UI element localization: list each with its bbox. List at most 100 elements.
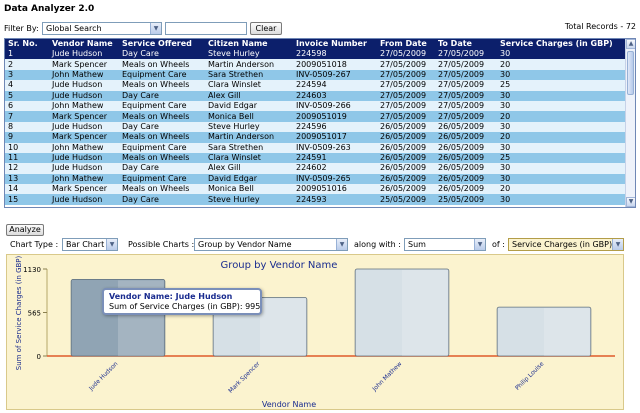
bar-shade: [402, 270, 448, 356]
table-cell: 20: [497, 132, 626, 143]
column-header[interactable]: From Date: [377, 39, 435, 49]
table-cell: Martin Anderson: [205, 132, 293, 143]
chevron-down-icon[interactable]: ▼: [106, 239, 117, 250]
chevron-down-icon[interactable]: ▼: [612, 239, 623, 250]
column-header[interactable]: To Date: [435, 39, 497, 49]
table-cell: 9: [5, 132, 49, 143]
y-tick-label: 0: [37, 353, 41, 361]
table-cell: Equipment Care: [119, 142, 205, 153]
column-header[interactable]: Sr. No.: [5, 39, 49, 49]
vertical-scrollbar[interactable]: ▲ ▼: [625, 39, 635, 207]
column-header[interactable]: Service Offered: [119, 39, 205, 49]
chart-title: Group by Vendor Name: [221, 260, 338, 271]
table-cell: John Mathew: [49, 100, 119, 112]
table-row[interactable]: 8 Jude Hudson Day Care Steve Hurley 224596 26…: [5, 121, 626, 133]
table-cell: 5: [5, 90, 49, 101]
data-grid: Sr. No. Vendor Name Service Offered Citizen…: [4, 38, 636, 208]
possible-charts-label: Possible Charts :: [128, 240, 195, 249]
table-cell: 224591: [293, 152, 377, 164]
clear-button[interactable]: Clear: [250, 22, 282, 35]
table-cell: David Edgar: [205, 173, 293, 185]
y-tick-label: 565: [28, 310, 41, 318]
table-cell: INV-0509-265: [293, 173, 377, 185]
table-row[interactable]: 4 Jude Hudson Meals on Wheels Clara Winslet…: [5, 80, 626, 91]
table-row[interactable]: 6 John Mathew Equipment Care David Edgar INV…: [5, 100, 626, 112]
table-row[interactable]: 3 John Mathew Equipment Care Sara Strethen I…: [5, 69, 626, 81]
table-row[interactable]: 14 Mark Spencer Meals on Wheels Monica Bell…: [5, 184, 626, 195]
table-row[interactable]: 1 Jude Hudson Day Care Steve Hurley 224598 27…: [5, 49, 626, 60]
table-cell: 15: [5, 194, 49, 205]
y-axis-label: Sum of Service Charges (in GBP): [15, 255, 23, 370]
column-header[interactable]: Service Charges (in GBP): [497, 39, 626, 49]
table-cell: Clara Winslet: [205, 80, 293, 91]
table-cell: 2009051017: [293, 132, 377, 143]
table-row[interactable]: 2 Mark Spencer Meals on Wheels Martin Ander…: [5, 59, 626, 70]
table-cell: Alex Gill: [205, 163, 293, 174]
chevron-down-icon[interactable]: ▼: [336, 239, 347, 250]
scroll-thumb[interactable]: [627, 51, 634, 95]
chevron-down-icon[interactable]: ▼: [474, 239, 485, 250]
table-cell: Mark Spencer: [49, 59, 119, 70]
of-select[interactable]: Service Charges (in GBP) ▼: [508, 238, 624, 251]
total-records: Total Records - 72: [564, 22, 636, 31]
table-cell: Day Care: [119, 49, 205, 60]
analyze-button[interactable]: Analyze: [6, 224, 44, 236]
table-cell: John Mathew: [49, 173, 119, 185]
along-with-label: along with :: [354, 240, 401, 249]
along-with-select[interactable]: Sum ▼: [404, 238, 486, 251]
chart-options: Chart Type : Bar Chart ▼ Possible Charts…: [8, 238, 636, 252]
x-tick-label: Mark Spencer: [227, 360, 262, 395]
chart-tooltip: Vendor Name: Jude Hudson Sum of Service …: [102, 288, 262, 315]
table-cell: 13: [5, 173, 49, 185]
table-cell: Jude Hudson: [49, 49, 119, 60]
table-row[interactable]: 13 John Mathew Equipment Care David Edgar IN…: [5, 173, 626, 185]
table-cell: Jude Hudson: [49, 152, 119, 164]
table-cell: 224596: [293, 121, 377, 133]
table-cell: 8: [5, 121, 49, 133]
filter-select[interactable]: Global Search ▼: [42, 22, 162, 35]
possible-charts-select[interactable]: Group by Vendor Name ▼: [194, 238, 348, 251]
table-cell: John Mathew: [49, 142, 119, 153]
table-cell: 14: [5, 184, 49, 195]
tooltip-title: Vendor Name: Jude Hudson: [109, 292, 233, 301]
table-cell: 26/05/2009: [435, 163, 497, 174]
table-cell: 26/05/2009: [377, 152, 435, 164]
table-cell: 30: [497, 69, 626, 81]
table-row[interactable]: 10 John Mathew Equipment Care Sara Strethen…: [5, 142, 626, 153]
table-cell: Sara Strethen: [205, 142, 293, 153]
table-cell: 26/05/2009: [435, 152, 497, 164]
x-tick-label: Jude Hudson: [87, 360, 119, 392]
scroll-down-icon[interactable]: ▼: [626, 197, 635, 207]
table-cell: 25/05/2009: [377, 194, 435, 205]
table-row[interactable]: 12 Jude Hudson Day Care Alex Gill 224602 26/0…: [5, 163, 626, 174]
table-row[interactable]: 11 Jude Hudson Meals on Wheels Clara Winsle…: [5, 152, 626, 164]
table-row[interactable]: 15 Jude Hudson Day Care Steve Hurley 224593 2…: [5, 194, 626, 205]
table-cell: 26/05/2009: [377, 132, 435, 143]
table-cell: Steve Hurley: [205, 121, 293, 133]
table-row[interactable]: 7 Mark Spencer Meals on Wheels Monica Bell 2…: [5, 111, 626, 122]
table-row[interactable]: 9 Mark Spencer Meals on Wheels Martin Ander…: [5, 132, 626, 143]
table-cell: 27/05/2009: [435, 100, 497, 112]
search-input[interactable]: [165, 22, 247, 35]
table-cell: Mark Spencer: [49, 111, 119, 122]
chevron-down-icon[interactable]: ▼: [150, 23, 161, 34]
app-title: Data Analyzer 2.0: [4, 4, 95, 14]
column-header[interactable]: Invoice Number: [293, 39, 377, 49]
x-axis-label: Vendor Name: [262, 400, 316, 409]
table-cell: Day Care: [119, 163, 205, 174]
scroll-up-icon[interactable]: ▲: [626, 39, 635, 49]
chart-type-select[interactable]: Bar Chart ▼: [62, 238, 118, 251]
table-cell: Jude Hudson: [49, 163, 119, 174]
table-cell: 2009051018: [293, 59, 377, 70]
table-cell: Alex Gill: [205, 90, 293, 101]
table-row[interactable]: 5 Jude Hudson Day Care Alex Gill 224603 27/05…: [5, 90, 626, 101]
table-cell: Martin Anderson: [205, 59, 293, 70]
column-header[interactable]: Citizen Name: [205, 39, 293, 49]
table-cell: 27/05/2009: [435, 80, 497, 91]
table-cell: 224598: [293, 49, 377, 60]
table-cell: David Edgar: [205, 100, 293, 112]
column-header[interactable]: Vendor Name: [49, 39, 119, 49]
table-cell: Equipment Care: [119, 100, 205, 112]
table-cell: 27/05/2009: [435, 59, 497, 70]
of-value: Service Charges (in GBP): [512, 240, 613, 249]
